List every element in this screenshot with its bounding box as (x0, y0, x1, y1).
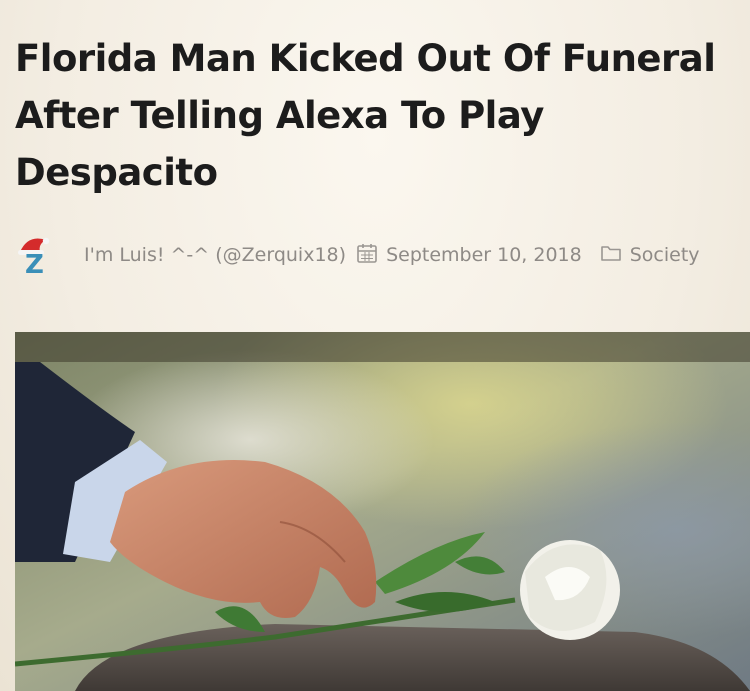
avatar-letter: Z (25, 250, 44, 280)
funeral-photo (15, 332, 750, 691)
article-meta: Z I'm Luis! ^-^ (@Zerquix18) September 1… (16, 232, 746, 280)
article-category[interactable]: Society (630, 244, 700, 266)
article-page: Florida Man Kicked Out Of Funeral After … (0, 0, 750, 691)
author-avatar[interactable]: Z (16, 232, 52, 280)
author-link[interactable]: I'm Luis! ^-^ (@Zerquix18) (84, 244, 346, 266)
folder-icon (600, 243, 622, 268)
article-image[interactable] (15, 332, 750, 691)
article-headline[interactable]: Florida Man Kicked Out Of Funeral After … (15, 30, 740, 201)
calendar-icon (356, 242, 378, 269)
article-date[interactable]: September 10, 2018 (386, 244, 582, 266)
